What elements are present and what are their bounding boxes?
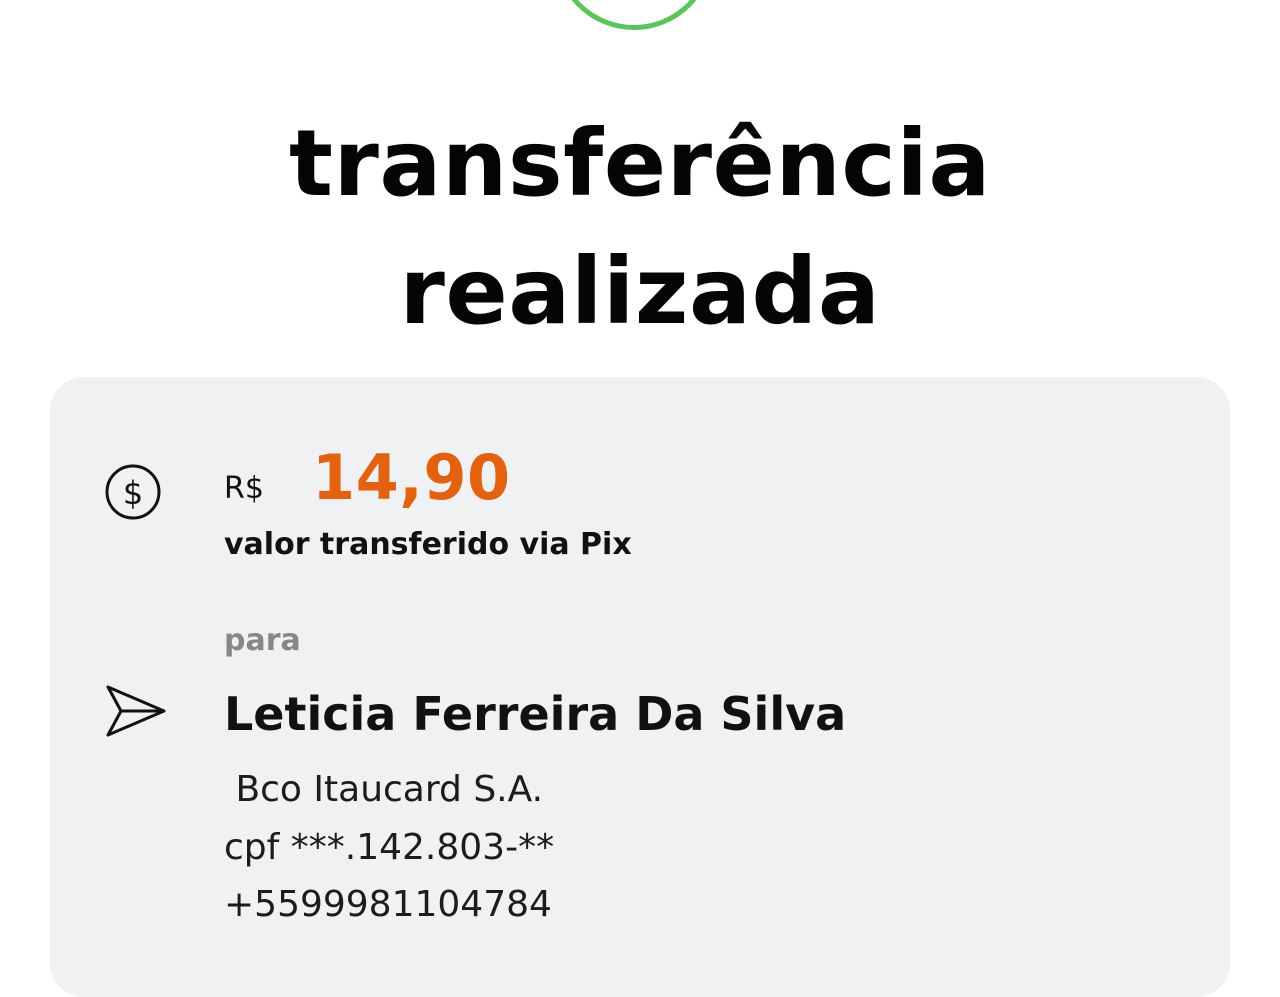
svg-text:$: $ xyxy=(123,474,143,512)
transfer-details-card: $ R$ 14,90 valor transferido via Pix par… xyxy=(50,377,1230,997)
recipient-bank: Bco Itaucard S.A. xyxy=(224,769,544,810)
page-title: transferência realizada xyxy=(0,100,1280,356)
title-line-2: realizada xyxy=(399,238,881,345)
title-line-1: transferência xyxy=(288,110,992,217)
currency-label: R$ xyxy=(224,471,264,506)
recipient-cpf: cpf ***.142.803-** xyxy=(224,827,555,868)
amount-value: 14,90 xyxy=(312,441,511,514)
recipient-label: para xyxy=(224,623,301,658)
dollar-circle-icon: $ xyxy=(104,463,162,521)
send-icon xyxy=(104,683,168,739)
recipient-name: Leticia Ferreira Da Silva xyxy=(224,687,847,741)
success-check-icon xyxy=(554,0,714,30)
recipient-phone: +5599981104784 xyxy=(224,884,552,925)
amount-caption: valor transferido via Pix xyxy=(224,527,632,562)
